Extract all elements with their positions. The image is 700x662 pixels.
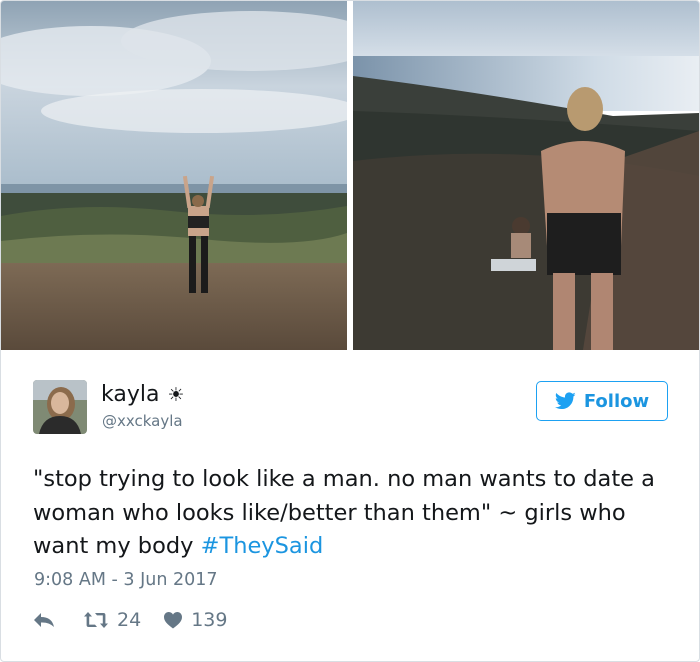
like-button[interactable]: 139 [163, 609, 227, 631]
reply-button[interactable] [33, 612, 55, 628]
tweet-text-body: "stop trying to look like a man. no man … [33, 466, 655, 559]
display-name-text[interactable]: kayla [101, 382, 159, 408]
tweet-photo-left[interactable] [1, 1, 347, 350]
avatar[interactable] [33, 380, 87, 434]
tweet-photo-right[interactable] [353, 1, 699, 350]
tweet-card: kayla ☀ @xxckayla Follow "stop trying to… [0, 0, 700, 662]
tweet-timestamp[interactable]: 9:08 AM - 3 Jun 2017 [34, 568, 218, 592]
follow-button[interactable]: Follow [536, 381, 668, 421]
heart-icon [164, 612, 183, 629]
user-handle[interactable]: @xxckayla [102, 411, 183, 431]
retweet-icon [84, 612, 108, 628]
twitter-bird-icon [554, 392, 576, 410]
tweet-text: "stop trying to look like a man. no man … [33, 463, 673, 564]
retweet-count: 24 [117, 609, 142, 631]
tweet-actions: 24 139 [33, 606, 227, 634]
hashtag-link[interactable]: #TheySaid [201, 533, 324, 559]
reply-icon [34, 613, 54, 627]
follow-label: Follow [583, 390, 650, 412]
retweet-button[interactable]: 24 [83, 609, 141, 631]
sun-icon: ☀ [167, 384, 185, 406]
display-name[interactable]: kayla ☀ [101, 382, 185, 408]
like-count: 139 [191, 609, 228, 631]
